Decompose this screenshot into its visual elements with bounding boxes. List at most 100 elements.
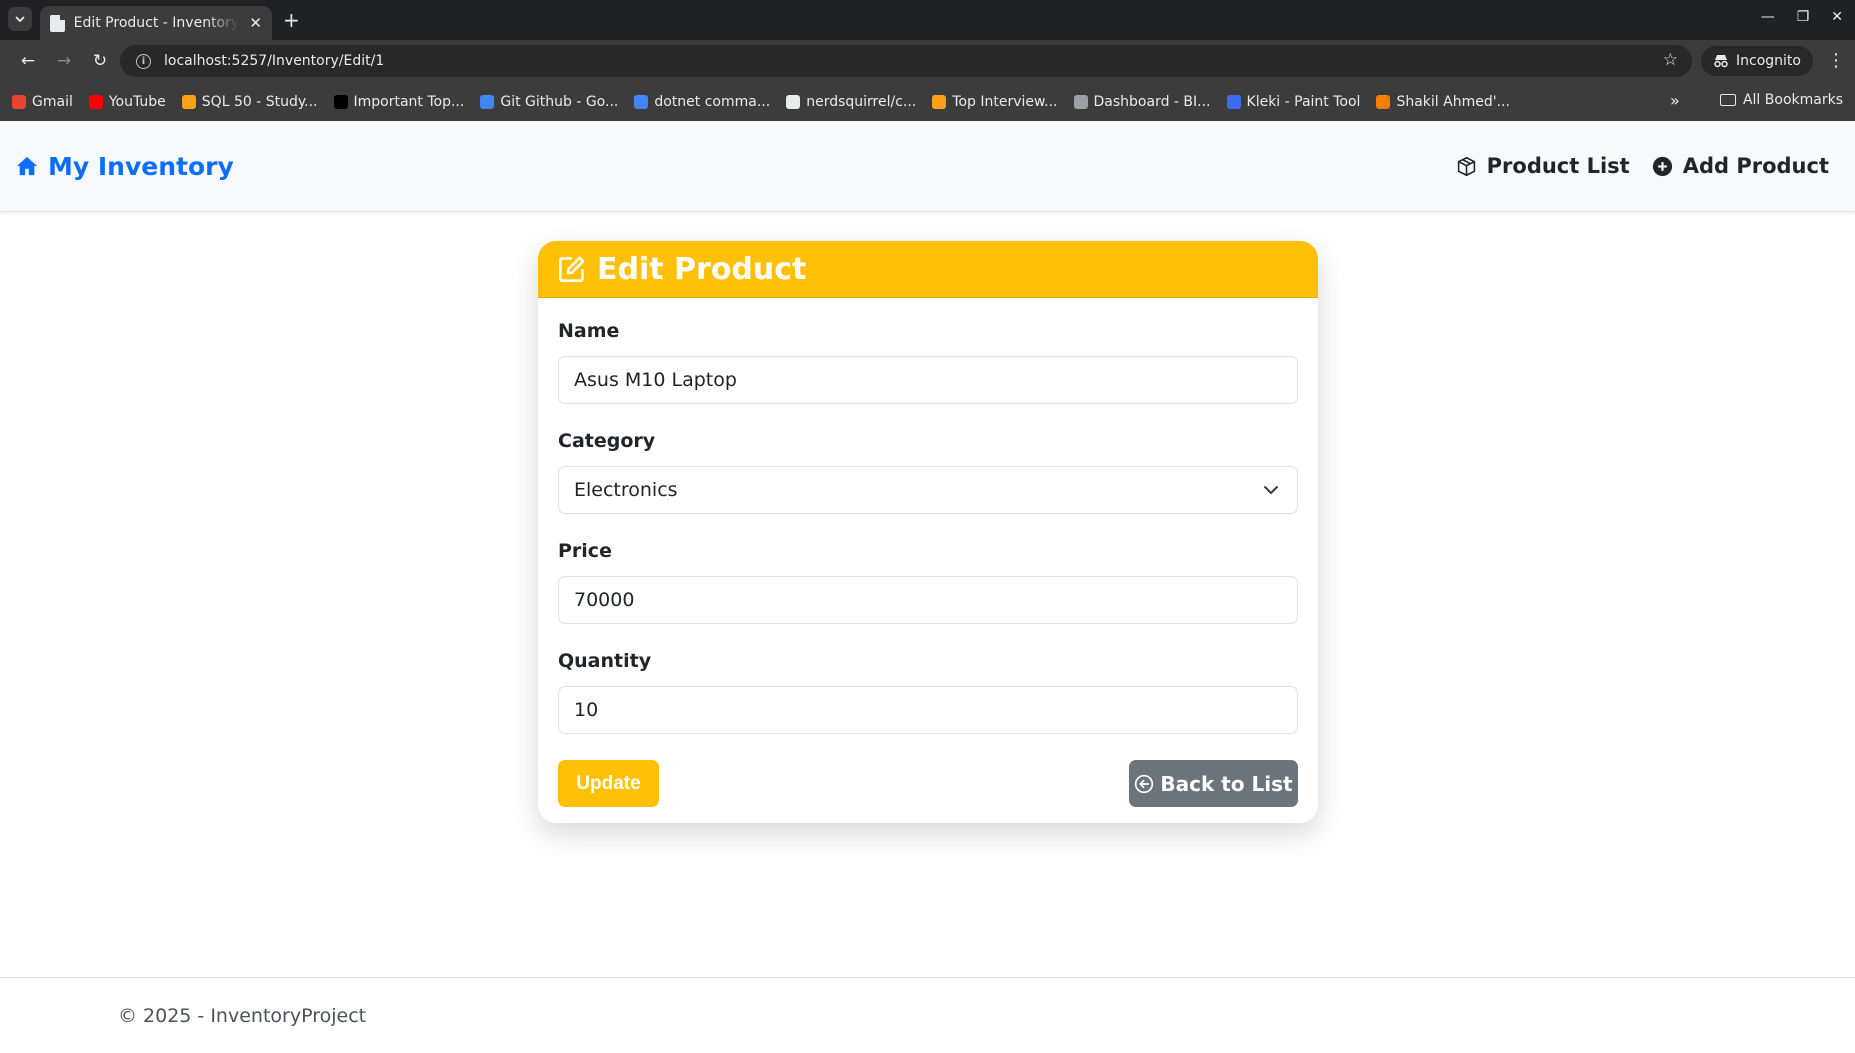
bookmark-favicon-icon bbox=[1376, 94, 1391, 109]
reload-icon[interactable]: ↻ bbox=[82, 51, 118, 71]
bookmark-item[interactable]: Important Top... bbox=[333, 93, 465, 110]
new-tab-button[interactable]: + bbox=[283, 8, 300, 32]
folder-icon bbox=[1719, 94, 1736, 106]
url-text: localhost:5257/Inventory/Edit/1 bbox=[164, 53, 385, 69]
footer-text: © 2025 - InventoryProject bbox=[118, 1005, 367, 1027]
chevron-down-icon bbox=[1264, 486, 1278, 494]
quantity-input[interactable]: 10 bbox=[558, 686, 1298, 734]
bookmark-item[interactable]: nerdsquirrel/c... bbox=[786, 94, 916, 110]
home-icon bbox=[16, 156, 38, 176]
window-controls: — ❐ ✕ bbox=[1761, 9, 1843, 25]
category-select[interactable]: Electronics bbox=[558, 466, 1298, 514]
close-window-icon[interactable]: ✕ bbox=[1831, 9, 1843, 25]
bookmark-favicon-icon bbox=[12, 94, 26, 109]
price-input[interactable]: 70000 bbox=[558, 576, 1298, 624]
bookmark-label: dotnet comma... bbox=[654, 93, 771, 110]
box-icon bbox=[1457, 156, 1475, 176]
bookmark-favicon-icon bbox=[1073, 94, 1088, 109]
bookmark-label: Git Github - Go... bbox=[500, 93, 619, 110]
browser-chrome: Edit Product - InventoryProject ✕ + — ❐ … bbox=[0, 0, 1855, 121]
bookmark-label: Top Interview... bbox=[952, 93, 1058, 110]
browser-toolbar: ← → ↻ i localhost:5257/Inventory/Edit/1 … bbox=[0, 40, 1855, 82]
bookmark-item[interactable]: Shakil Ahmed'... bbox=[1376, 93, 1510, 110]
chevron-down-icon bbox=[15, 16, 25, 22]
bookmark-item[interactable]: Top Interview... bbox=[932, 93, 1058, 110]
category-group: Category Electronics bbox=[558, 430, 1298, 514]
bookmark-item[interactable]: YouTube bbox=[88, 93, 166, 110]
nav-add-product-label: Add Product bbox=[1682, 154, 1829, 178]
nav-product-list[interactable]: Product List bbox=[1456, 154, 1630, 178]
minimize-icon[interactable]: — bbox=[1761, 9, 1775, 25]
back-arrow-icon[interactable]: ← bbox=[10, 51, 46, 71]
edit-form: Name Asus M10 Laptop Category Electronic… bbox=[538, 298, 1318, 807]
bookmark-item[interactable]: Gmail bbox=[12, 94, 73, 110]
close-tab-icon[interactable]: ✕ bbox=[249, 14, 262, 32]
bookmarks-bar: Gmail YouTube SQL 50 - Study... Important T… bbox=[0, 82, 1855, 121]
bookmark-favicon-icon bbox=[88, 94, 103, 109]
update-button[interactable]: Update bbox=[558, 760, 659, 807]
bookmark-label: YouTube bbox=[108, 93, 166, 110]
bookmark-label: Shakil Ahmed'... bbox=[1396, 93, 1510, 110]
page-footer: © 2025 - InventoryProject bbox=[0, 977, 1855, 1053]
bookmark-favicon-icon bbox=[932, 94, 947, 109]
site-info-icon[interactable]: i bbox=[136, 53, 151, 69]
tab-title: Edit Product - InventoryProject bbox=[73, 15, 240, 31]
price-label: Price bbox=[558, 540, 612, 562]
quantity-group: Quantity 10 bbox=[558, 650, 1298, 734]
more-bookmarks-icon[interactable]: » bbox=[1670, 91, 1680, 110]
all-bookmarks-label: All Bookmarks bbox=[1742, 92, 1843, 108]
bookmark-label: Dashboard - BI... bbox=[1093, 93, 1211, 110]
name-label: Name bbox=[558, 320, 620, 342]
arrow-left-circle-icon bbox=[1135, 774, 1154, 793]
bookmark-item[interactable]: Kleki - Paint Tool bbox=[1226, 93, 1361, 110]
browser-menu-icon[interactable]: ⋮ bbox=[1827, 50, 1845, 71]
bookmark-star-icon[interactable]: ☆ bbox=[1663, 50, 1678, 70]
forward-arrow-icon[interactable]: → bbox=[46, 51, 82, 71]
bookmark-label: Gmail bbox=[32, 93, 73, 110]
back-to-list-button[interactable]: Back to List bbox=[1129, 760, 1298, 807]
brand-link[interactable]: My Inventory bbox=[16, 152, 234, 181]
nav-add-product[interactable]: Add Product bbox=[1652, 154, 1829, 178]
page-favicon-icon bbox=[50, 14, 65, 32]
quantity-label: Quantity bbox=[558, 650, 652, 672]
bookmark-label: SQL 50 - Study... bbox=[201, 93, 318, 110]
bookmark-label: Important Top... bbox=[353, 93, 465, 110]
bookmark-item[interactable]: dotnet comma... bbox=[634, 94, 770, 110]
plus-circle-icon bbox=[1652, 156, 1672, 176]
bookmark-favicon-icon bbox=[786, 94, 801, 109]
nav-links: Product List Add Product bbox=[1456, 154, 1829, 178]
all-bookmarks-button[interactable]: All Bookmarks bbox=[1719, 92, 1843, 108]
brand-name: My Inventory bbox=[48, 151, 234, 181]
bookmark-item[interactable]: Git Github - Go... bbox=[480, 94, 618, 110]
app-navbar: My Inventory Product List Add Product bbox=[0, 121, 1855, 212]
category-label: Category bbox=[558, 430, 656, 452]
bookmark-favicon-icon bbox=[1226, 94, 1241, 109]
form-actions: Update Back to List bbox=[558, 760, 1298, 807]
browser-tab-active[interactable]: Edit Product - InventoryProject ✕ bbox=[40, 6, 272, 40]
name-input[interactable]: Asus M10 Laptop bbox=[558, 356, 1298, 404]
bookmark-label: Kleki - Paint Tool bbox=[1246, 93, 1361, 110]
edit-product-card: Edit Product Name Asus M10 Laptop Catego… bbox=[538, 241, 1318, 823]
bookmark-favicon-icon bbox=[181, 94, 196, 109]
edit-icon bbox=[559, 256, 585, 282]
incognito-label: Incognito bbox=[1736, 53, 1801, 69]
price-group: Price 70000 bbox=[558, 540, 1298, 624]
address-bar[interactable]: i localhost:5257/Inventory/Edit/1 ☆ bbox=[120, 45, 1692, 77]
incognito-icon bbox=[1714, 55, 1728, 68]
tab-strip: Edit Product - InventoryProject ✕ + — ❐ … bbox=[0, 0, 1855, 40]
incognito-indicator[interactable]: Incognito bbox=[1701, 46, 1813, 76]
restore-icon[interactable]: ❐ bbox=[1797, 9, 1810, 25]
bookmark-item[interactable]: SQL 50 - Study... bbox=[181, 93, 318, 110]
bookmark-favicon-icon bbox=[480, 94, 495, 109]
bookmark-favicon-icon bbox=[634, 94, 649, 109]
tab-search-button[interactable] bbox=[8, 7, 32, 31]
category-selected-value: Electronics bbox=[574, 479, 678, 501]
nav-product-list-label: Product List bbox=[1486, 154, 1630, 178]
card-title: Edit Product bbox=[597, 251, 807, 287]
name-group: Name Asus M10 Laptop bbox=[558, 320, 1298, 404]
bookmark-item[interactable]: Dashboard - BI... bbox=[1073, 93, 1211, 110]
back-to-list-label: Back to List bbox=[1160, 771, 1293, 796]
bookmark-favicon-icon bbox=[333, 94, 348, 109]
bookmark-label: nerdsquirrel/c... bbox=[806, 93, 917, 110]
card-header: Edit Product bbox=[538, 241, 1318, 298]
